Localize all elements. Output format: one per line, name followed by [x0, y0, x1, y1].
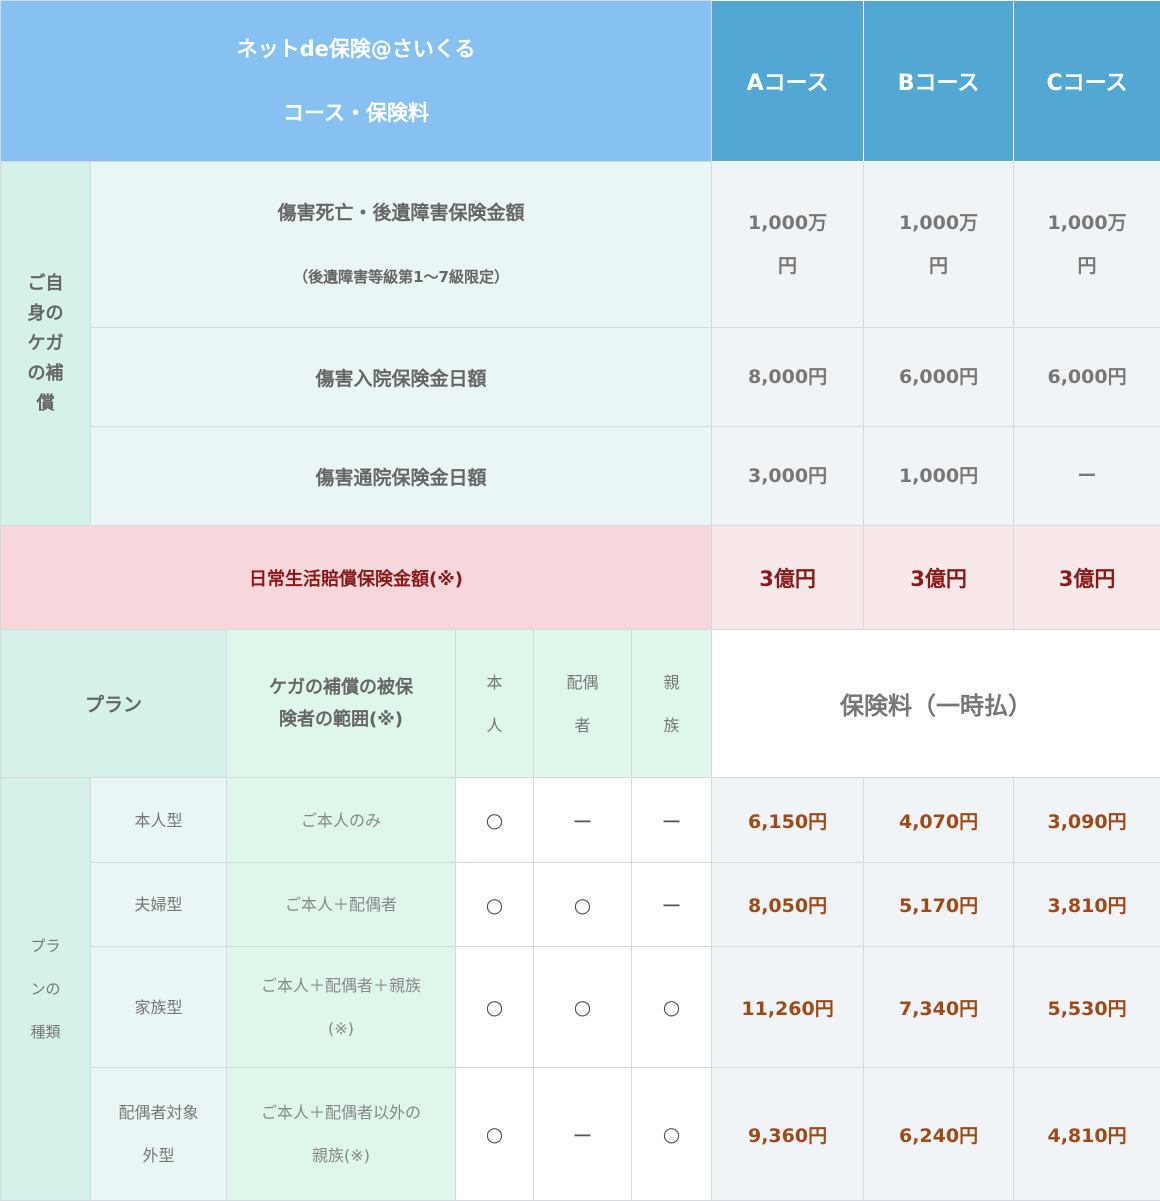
premium-c: 5,530円 — [1014, 947, 1160, 1068]
plan-scope: ご本人のみ — [227, 778, 456, 863]
premium-b: 5,170円 — [864, 863, 1014, 947]
premium-a: 11,260円 — [712, 947, 864, 1068]
own-injury-category: ご自 身の ケガ の補 償 — [1, 162, 91, 526]
outpatient-value-b: 1,000円 — [864, 427, 1014, 526]
relatives-mark: ー — [632, 863, 712, 947]
self-column-header: 本人 — [456, 630, 534, 778]
spouse-mark: ー — [534, 1068, 632, 1201]
relatives-mark: ○ — [632, 1068, 712, 1201]
death-value-b: 1,000万円 — [864, 162, 1014, 328]
spouse-mark: ー — [534, 778, 632, 863]
plan-column-header: プラン — [1, 630, 227, 778]
outpatient-row: 傷害通院保険金日額 3,000円 1,000円 ー — [1, 427, 1160, 526]
plan-scope: ご本人＋配偶者 — [227, 863, 456, 947]
self-mark: ○ — [456, 778, 534, 863]
hospitalization-value-b: 6,000円 — [864, 328, 1014, 427]
premium-header: 保険料（一時払） — [712, 630, 1160, 778]
liability-label: 日常生活賠償保険金額(※) — [1, 526, 712, 630]
premium-a: 6,150円 — [712, 778, 864, 863]
plan-scope: ご本人＋配偶者以外の親族(※) — [227, 1068, 456, 1201]
death-disability-label: 傷害死亡・後遺障害保険金額 （後遺障害等級第1〜7級限定） — [91, 162, 712, 328]
self-mark: ○ — [456, 947, 534, 1068]
plan-row: プラ ンの 種類 本人型 ご本人のみ ○ ー ー 6,150円 4,070円 3… — [1, 778, 1160, 863]
self-mark: ○ — [456, 863, 534, 947]
plan-name: 家族型 — [91, 947, 227, 1068]
spouse-mark: ○ — [534, 863, 632, 947]
outpatient-label: 傷害通院保険金日額 — [91, 427, 712, 526]
premium-b: 7,340円 — [864, 947, 1014, 1068]
plan-category: プラ ンの 種類 — [1, 778, 91, 1201]
relatives-mark: ー — [632, 778, 712, 863]
premium-b: 4,070円 — [864, 778, 1014, 863]
title-line-1: ネットde保険@さいくる — [1, 17, 711, 81]
header-row: ネットde保険@さいくる コース・保険料 Aコース Bコース Cコース — [1, 1, 1160, 162]
spouse-column-header: 配偶者 — [534, 630, 632, 778]
hospitalization-label: 傷害入院保険金日額 — [91, 328, 712, 427]
premium-c: 3,090円 — [1014, 778, 1160, 863]
liability-value-b: 3億円 — [864, 526, 1014, 630]
liability-row: 日常生活賠償保険金額(※) 3億円 3億円 3億円 — [1, 526, 1160, 630]
insurance-course-table: ネットde保険@さいくる コース・保険料 Aコース Bコース Cコース ご自 身… — [0, 0, 1160, 1201]
premium-b: 6,240円 — [864, 1068, 1014, 1201]
death-disability-row: ご自 身の ケガ の補 償 傷害死亡・後遺障害保険金額 （後遺障害等級第1〜7級… — [1, 162, 1160, 328]
spouse-mark: ○ — [534, 947, 632, 1068]
plan-scope: ご本人＋配偶者＋親族(※) — [227, 947, 456, 1068]
course-a-header: Aコース — [712, 1, 864, 162]
course-b-header: Bコース — [864, 1, 1014, 162]
table-title: ネットde保険@さいくる コース・保険料 — [1, 1, 712, 162]
liability-value-a: 3億円 — [712, 526, 864, 630]
scope-column-header: ケガの補償の被保険者の範囲(※) — [227, 630, 456, 778]
death-value-a: 1,000万円 — [712, 162, 864, 328]
death-value-c: 1,000万円 — [1014, 162, 1160, 328]
premium-c: 4,810円 — [1014, 1068, 1160, 1201]
liability-value-c: 3億円 — [1014, 526, 1160, 630]
hospitalization-value-c: 6,000円 — [1014, 328, 1160, 427]
plan-row: 家族型 ご本人＋配偶者＋親族(※) ○ ○ ○ 11,260円 7,340円 5… — [1, 947, 1160, 1068]
premium-c: 3,810円 — [1014, 863, 1160, 947]
plan-name: 本人型 — [91, 778, 227, 863]
relatives-mark: ○ — [632, 947, 712, 1068]
plan-row: 夫婦型 ご本人＋配偶者 ○ ○ ー 8,050円 5,170円 3,810円 — [1, 863, 1160, 947]
premium-a: 8,050円 — [712, 863, 864, 947]
plan-name: 夫婦型 — [91, 863, 227, 947]
relatives-column-header: 親族 — [632, 630, 712, 778]
plan-header-row: プラン ケガの補償の被保険者の範囲(※) 本人 配偶者 親族 保険料（一時払） — [1, 630, 1160, 778]
course-c-header: Cコース — [1014, 1, 1160, 162]
outpatient-value-c: ー — [1014, 427, 1160, 526]
outpatient-value-a: 3,000円 — [712, 427, 864, 526]
hospitalization-row: 傷害入院保険金日額 8,000円 6,000円 6,000円 — [1, 328, 1160, 427]
plan-name: 配偶者対象外型 — [91, 1068, 227, 1201]
plan-row: 配偶者対象外型 ご本人＋配偶者以外の親族(※) ○ ー ○ 9,360円 6,2… — [1, 1068, 1160, 1201]
hospitalization-value-a: 8,000円 — [712, 328, 864, 427]
premium-a: 9,360円 — [712, 1068, 864, 1201]
title-line-2: コース・保険料 — [1, 81, 711, 145]
self-mark: ○ — [456, 1068, 534, 1201]
